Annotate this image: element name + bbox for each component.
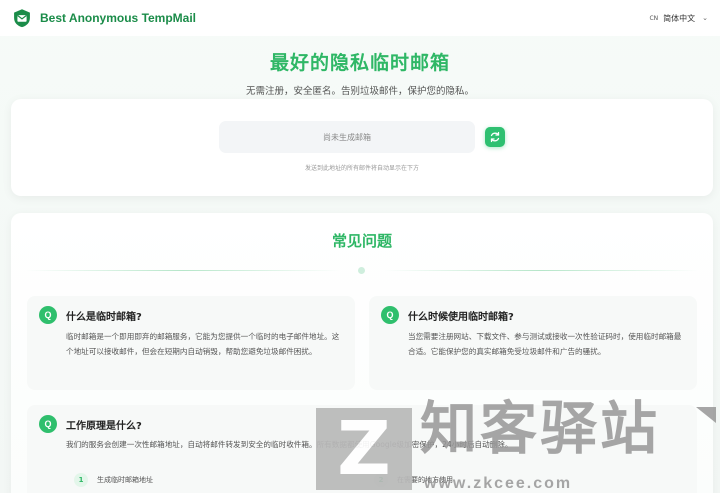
page-subtitle: 无需注册，安全匿名。告别垃圾邮件，保护您的隐私。 xyxy=(245,86,474,97)
question-badge: Q xyxy=(39,306,57,324)
faq-section: 常见问题 Q 什么是临时邮箱? 临时邮箱是一个即用即弃的邮箱服务，它能为您提供一… xyxy=(11,213,713,493)
faq-question: 什么时候使用临时邮箱? xyxy=(408,312,514,323)
brand-name[interactable]: Best Anonymous TempMail xyxy=(40,11,196,25)
step-label: 生成临时邮箱地址 xyxy=(97,476,153,484)
divider-dot xyxy=(358,267,365,274)
step-number: 1 xyxy=(74,473,88,487)
faq-title: 常见问题 xyxy=(331,232,392,250)
steps-list: 1 生成临时邮箱地址 2 在需要的地方使用 xyxy=(74,473,674,487)
mailbox-card: 发送到此地址的所有邮件将自动显示在下方 xyxy=(11,99,713,196)
divider-line xyxy=(383,270,699,271)
divider-line xyxy=(25,270,341,271)
faq-answer: 临时邮箱是一个即用即弃的邮箱服务，它能为您提供一个临时的电子邮件地址。这个地址可… xyxy=(66,332,340,356)
mailbox-hint: 发送到此地址的所有邮件将自动显示在下方 xyxy=(304,165,419,172)
faq-item: Q 工作原理是什么? 我们的服务会创建一次性邮箱地址，自动将邮件转发到安全的临时… xyxy=(27,405,697,493)
refresh-icon xyxy=(490,131,500,143)
faq-item: Q 什么是临时邮箱? 临时邮箱是一个即用即弃的邮箱服务，它能为您提供一个临时的电… xyxy=(27,296,355,390)
language-code: CN xyxy=(649,14,659,22)
faq-answer: 我们的服务会创建一次性邮箱地址，自动将邮件转发到安全的临时收件箱。所有数据都使用… xyxy=(66,440,513,449)
language-label: 简体中文 xyxy=(663,13,696,23)
top-header: Best Anonymous TempMail CN 简体中文 ⌄ xyxy=(0,0,720,36)
mail-shield-icon[interactable] xyxy=(12,8,32,28)
refresh-button[interactable] xyxy=(485,127,505,147)
chevron-down-icon: ⌄ xyxy=(702,14,708,22)
question-badge: Q xyxy=(39,415,57,433)
step-item: 1 生成临时邮箱地址 xyxy=(74,473,374,487)
step-label: 在需要的地方使用 xyxy=(397,476,453,484)
faq-item: Q 什么时候使用临时邮箱? 当您需要注册网站、下载文件、参与测试或接收一次性验证… xyxy=(369,296,697,390)
step-number: 2 xyxy=(374,473,388,487)
question-badge: Q xyxy=(381,306,399,324)
language-selector[interactable]: CN 简体中文 ⌄ xyxy=(649,13,708,24)
faq-answer: 当您需要注册网站、下载文件、参与测试或接收一次性验证码时，使用临时邮箱最合适。它… xyxy=(408,332,682,356)
faq-question: 工作原理是什么? xyxy=(66,421,142,432)
step-item: 2 在需要的地方使用 xyxy=(374,473,674,487)
page-title: 最好的隐私临时邮箱 xyxy=(269,52,450,74)
faq-question: 什么是临时邮箱? xyxy=(66,312,142,323)
email-address-field[interactable] xyxy=(219,121,475,153)
